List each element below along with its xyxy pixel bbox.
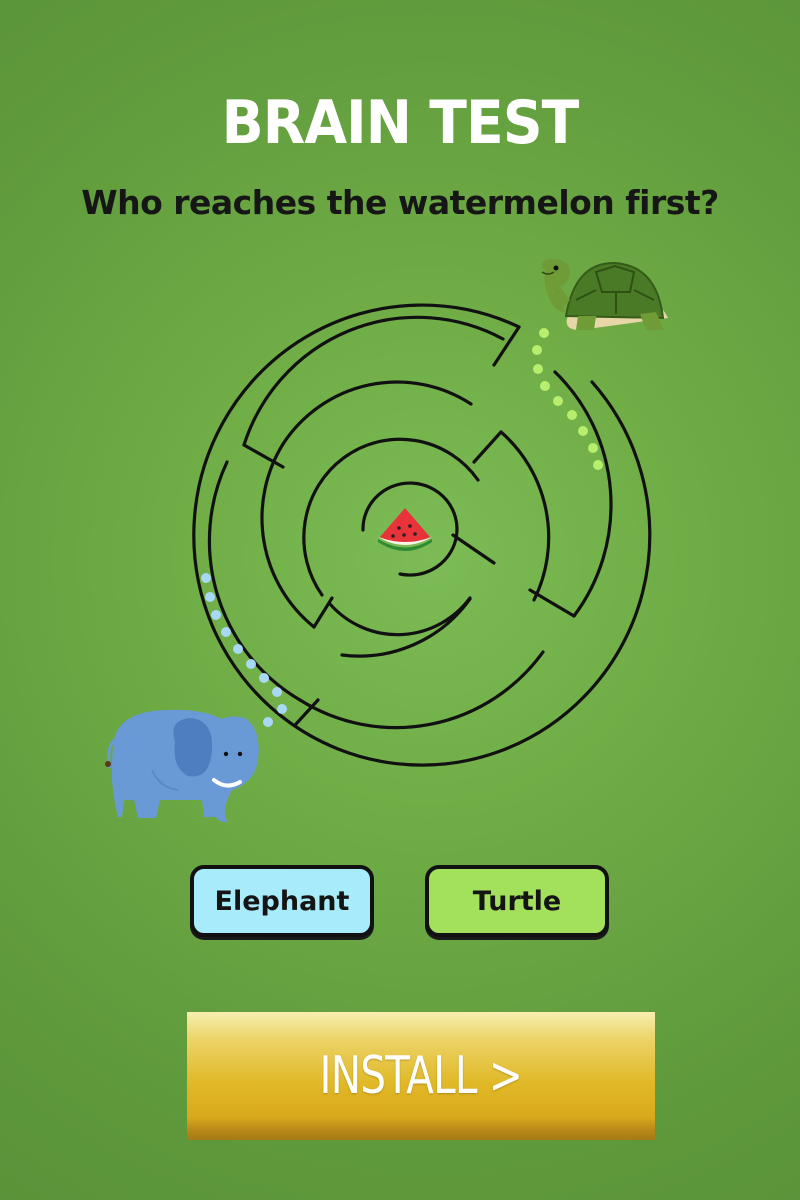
install-label: INSTALL > — [319, 1046, 523, 1106]
answer-elephant-button[interactable]: Elephant — [190, 865, 374, 937]
watermelon-icon — [378, 508, 432, 551]
install-button[interactable]: INSTALL > — [187, 1012, 655, 1140]
turtle-icon — [541, 258, 668, 330]
turtle-path — [532, 328, 603, 470]
elephant-icon — [105, 709, 259, 823]
answer-turtle-button[interactable]: Turtle — [425, 865, 609, 937]
